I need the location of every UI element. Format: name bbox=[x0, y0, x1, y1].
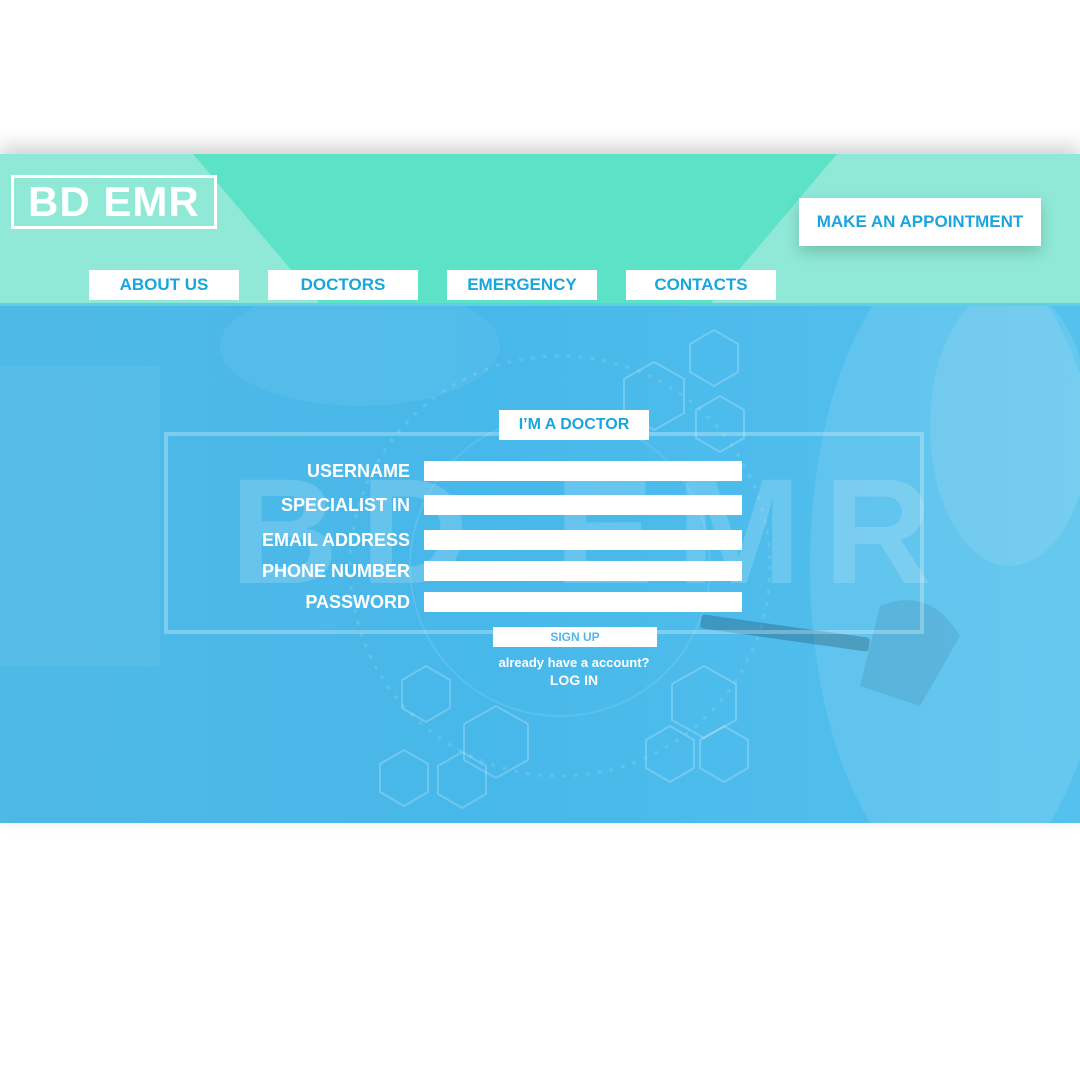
nav-doctors[interactable]: DOCTORS bbox=[268, 270, 418, 300]
nav-about-us[interactable]: ABOUT US bbox=[89, 270, 239, 300]
email-input[interactable] bbox=[424, 530, 742, 550]
specialist-label: SPECIALIST IN bbox=[280, 495, 410, 515]
nav-contacts[interactable]: CONTACTS bbox=[626, 270, 776, 300]
username-input[interactable] bbox=[424, 461, 742, 481]
site-logo[interactable]: BD EMR bbox=[11, 175, 217, 229]
sign-up-button[interactable]: SIGN UP bbox=[493, 627, 657, 647]
email-label: EMAIL ADDRESS bbox=[261, 530, 410, 550]
password-label: PASSWORD bbox=[305, 592, 410, 612]
logo-text: BD EMR bbox=[28, 178, 200, 225]
nav-emergency[interactable]: EMERGENCY bbox=[447, 270, 597, 300]
phone-input[interactable] bbox=[424, 561, 742, 581]
site-header: BD EMR MAKE AN APPOINTMENT ABOUT US DOCT… bbox=[0, 154, 1080, 304]
already-account-text: already have a account? bbox=[498, 655, 650, 670]
password-input[interactable] bbox=[424, 592, 742, 612]
specialist-input[interactable] bbox=[424, 495, 742, 515]
page-frame: BD EMR MAKE AN APPOINTMENT ABOUT US DOCT… bbox=[0, 154, 1080, 823]
make-appointment-button[interactable]: MAKE AN APPOINTMENT bbox=[799, 198, 1041, 246]
signup-hero: BD EMR I’M A DOCTOR USERNAME SPECIALIST … bbox=[0, 306, 1080, 823]
username-label: USERNAME bbox=[306, 461, 410, 481]
log-in-link[interactable]: LOG IN bbox=[524, 672, 624, 688]
role-tag[interactable]: I’M A DOCTOR bbox=[499, 410, 649, 440]
phone-label: PHONE NUMBER bbox=[261, 561, 410, 581]
